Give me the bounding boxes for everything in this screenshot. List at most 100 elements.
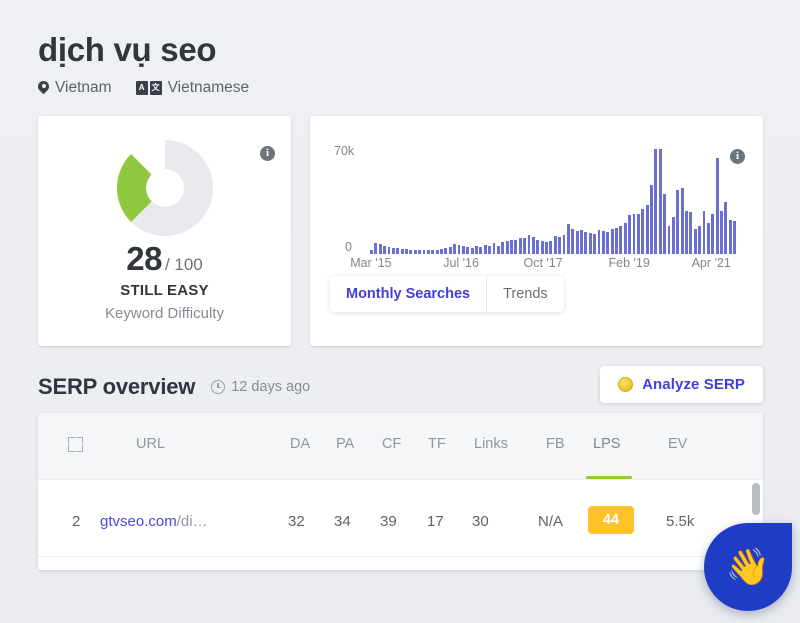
bar <box>685 210 688 254</box>
bar <box>728 219 732 254</box>
bar <box>671 216 675 254</box>
serp-table-header: URL DA PA CF TF Links FB LPS EV <box>38 413 763 480</box>
x-axis-tick: Oct '17 <box>523 256 563 270</box>
x-axis-tick: Feb '19 <box>608 256 650 270</box>
serp-overview-header: SERP overview 12 days ago Analyze SERP <box>38 366 763 405</box>
row-rank: 2 <box>72 513 81 530</box>
bar <box>580 230 583 254</box>
column-header-lps[interactable]: LPS <box>593 436 620 452</box>
bar <box>588 233 592 254</box>
bar <box>558 236 562 254</box>
bar <box>584 231 588 254</box>
row-ev: 5.5k <box>666 513 695 530</box>
serp-overview-title: SERP overview <box>38 374 196 399</box>
bar <box>370 250 373 254</box>
bar <box>658 149 662 254</box>
row-url-domain: gtvseo.com <box>100 513 177 530</box>
table-scrollbar-thumb[interactable] <box>752 483 760 515</box>
info-icon[interactable]: i <box>260 146 275 161</box>
bar <box>527 234 531 254</box>
translate-icon-right: 文 <box>149 81 162 95</box>
row-fb: N/A <box>538 513 564 530</box>
language-label: Vietnamese <box>167 79 250 96</box>
column-header-cf[interactable]: CF <box>382 436 401 452</box>
bar <box>422 250 426 254</box>
bar <box>413 249 417 254</box>
bar <box>435 249 439 254</box>
bar <box>702 210 706 254</box>
column-header-url[interactable]: URL <box>136 436 165 452</box>
bar <box>680 188 684 254</box>
bar <box>667 225 671 254</box>
bar <box>523 237 527 254</box>
bar <box>475 246 478 254</box>
bar <box>593 233 597 254</box>
bar <box>715 158 719 254</box>
waving-hand-icon: 👋 <box>725 546 771 587</box>
bar <box>453 243 457 254</box>
keyword-header: dịch vụ seo Vietnam A 文 Vietnamese <box>38 30 638 97</box>
bar <box>706 222 710 254</box>
bar <box>654 149 658 254</box>
y-axis-tick-max: 70k <box>334 144 355 158</box>
keyword-difficulty-donut <box>113 136 217 240</box>
column-header-tf[interactable]: TF <box>428 436 446 452</box>
column-header-pa[interactable]: PA <box>336 436 354 452</box>
coin-icon <box>618 377 634 392</box>
bar <box>571 228 575 254</box>
serp-updated: 12 days ago <box>211 379 310 395</box>
bar <box>724 201 728 254</box>
bar <box>405 249 408 254</box>
kd-verdict: STILL EASY <box>120 282 209 299</box>
bar <box>374 242 378 254</box>
language-meta: A 文 Vietnamese <box>135 79 250 97</box>
bar <box>566 224 570 254</box>
bar <box>689 212 693 254</box>
status-badge: 44 <box>588 506 634 534</box>
bar <box>650 185 653 254</box>
bar <box>448 246 452 254</box>
column-header-ev[interactable]: EV <box>668 436 687 452</box>
table-row[interactable]: 2 gtvseo.com/di… 32 34 39 17 30 N/A 44 5… <box>38 480 763 570</box>
bar <box>693 228 697 254</box>
bar <box>733 221 737 254</box>
bar-series <box>370 149 737 254</box>
bar <box>676 189 680 254</box>
row-url[interactable]: gtvseo.com/di… <box>100 513 208 530</box>
row-da: 32 <box>288 513 305 530</box>
chat-widget-button[interactable]: 👋 <box>704 523 792 611</box>
row-pa: 34 <box>334 513 351 530</box>
row-lps-badge-wrap: 44 <box>588 506 634 534</box>
analyze-serp-button[interactable]: Analyze SERP <box>600 366 763 403</box>
clock-icon <box>211 380 226 394</box>
column-sort-indicator <box>586 476 632 479</box>
bar <box>562 235 566 254</box>
analyze-serp-label: Analyze SERP <box>642 376 745 393</box>
column-header-fb[interactable]: FB <box>546 436 565 452</box>
tab-monthly-searches[interactable]: Monthly Searches <box>330 276 486 312</box>
bar <box>501 241 505 254</box>
bar <box>378 244 382 254</box>
bar <box>549 240 553 254</box>
bar <box>711 213 715 254</box>
tab-trends[interactable]: Trends <box>486 276 564 312</box>
expand-icon[interactable] <box>68 437 83 452</box>
bar <box>505 240 509 254</box>
column-header-da[interactable]: DA <box>290 436 310 452</box>
column-header-links[interactable]: Links <box>474 436 508 452</box>
bar <box>488 246 492 254</box>
x-axis-tick: Apr '21 <box>691 256 731 270</box>
bar <box>396 248 400 254</box>
bar <box>575 230 579 254</box>
keyword-difficulty-card: i 28/ 100 STILL EASY Keyword Difficulty <box>38 116 291 346</box>
bar <box>483 244 487 254</box>
bar <box>645 204 649 254</box>
bar <box>409 249 413 254</box>
bar <box>698 225 702 254</box>
metric-cards-row: i 28/ 100 STILL EASY Keyword Difficulty … <box>38 116 763 346</box>
bar <box>496 245 500 254</box>
bar <box>440 248 443 254</box>
bar <box>597 230 601 254</box>
app-page: dịch vụ seo Vietnam A 文 Vietnamese i 28 … <box>0 0 800 623</box>
bar <box>720 210 723 254</box>
